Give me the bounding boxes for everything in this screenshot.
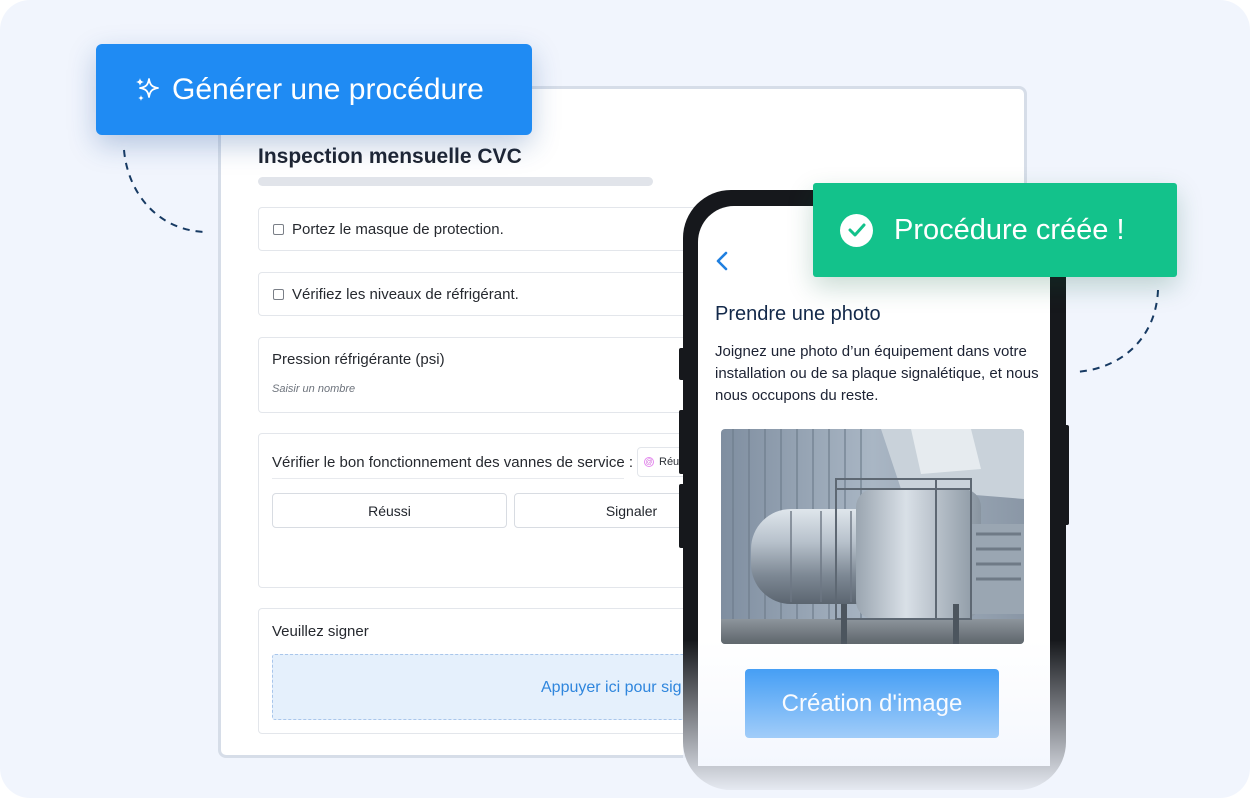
signature-field: Veuillez signer Appuyer ici pour sig — [258, 608, 732, 734]
pass-button[interactable]: Réussi — [272, 493, 507, 528]
screen-title: Prendre une photo — [715, 303, 881, 325]
pressure-input[interactable]: Saisir un nombre — [272, 383, 355, 395]
generate-procedure-button[interactable]: Générer une procédure — [96, 44, 532, 135]
generate-procedure-label: Générer une procédure — [172, 72, 484, 106]
phone-screen: Prendre une photo Joignez une photo d’un… — [698, 206, 1050, 766]
create-image-button[interactable]: Création d'image — [745, 669, 999, 738]
pressure-label: Pression réfrigérante (psi) — [272, 351, 445, 368]
valves-label: Vérifier le bon fonctionnement des vanne… — [272, 454, 633, 479]
tag-icon: @ — [644, 457, 654, 467]
signature-pad[interactable]: Appuyer ici pour sig — [272, 654, 732, 720]
success-banner: Procédure créée ! — [813, 183, 1177, 277]
checkbox[interactable] — [273, 288, 284, 300]
signature-prompt: Appuyer ici pour sig — [541, 679, 682, 696]
dashed-connector-right — [1073, 289, 1159, 373]
form-title: Inspection mensuelle CVC — [258, 145, 522, 168]
success-label: Procédure créée ! — [894, 213, 1125, 246]
check-circle-icon — [840, 213, 873, 247]
checklist-item-mask[interactable]: Portez le masque de protection. — [258, 207, 718, 251]
valves-field: Vérifier le bon fonctionnement des vanne… — [258, 433, 749, 588]
signature-label: Veuillez signer — [272, 623, 369, 640]
checklist-item-label: Portez le masque de protection. — [292, 220, 504, 238]
screen-description: Joignez une photo d’un équipement dans v… — [715, 343, 1039, 404]
title-progress-bar — [258, 177, 653, 186]
checklist-item-label: Vérifiez les niveaux de réfrigérant. — [292, 285, 519, 303]
hvac-duct-photo — [721, 429, 1024, 644]
dashed-connector-left — [123, 149, 209, 233]
chevron-left-icon[interactable] — [714, 250, 730, 272]
checkbox[interactable] — [273, 223, 284, 235]
pressure-field[interactable]: Pression réfrigérante (psi) Saisir un no… — [258, 337, 718, 413]
sparkles-icon — [136, 77, 159, 101]
checklist-item-refrigerant[interactable]: Vérifiez les niveaux de réfrigérant. — [258, 272, 718, 316]
